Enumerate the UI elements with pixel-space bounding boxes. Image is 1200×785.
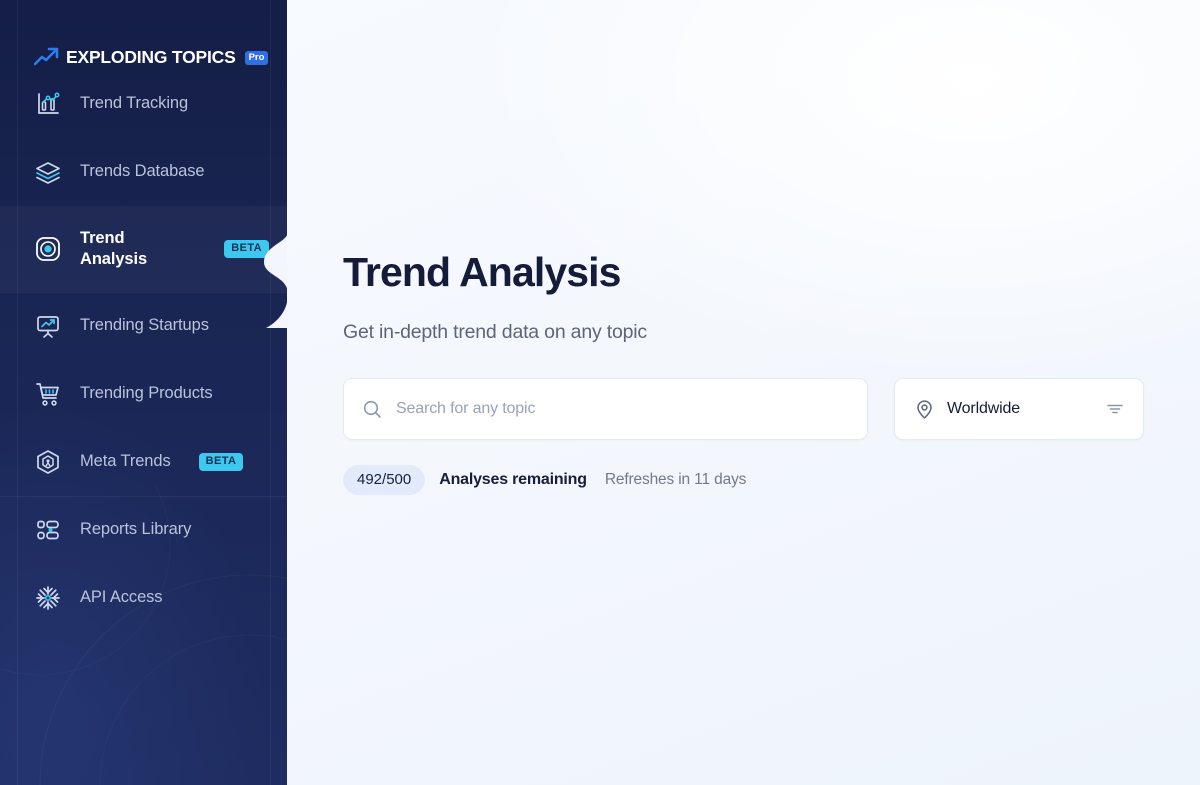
brand-name: EXPLODING TOPICS — [66, 46, 236, 67]
search-icon — [363, 400, 381, 418]
presentation-chart-icon — [37, 316, 59, 338]
hexagon-icon — [37, 450, 59, 474]
trend-analysis-page: EXPLODING TOPICS Pro Trend Tracking Tren… — [0, 0, 1200, 785]
layers-stack-icon — [36, 162, 60, 184]
sidebar-item-trending-startups[interactable]: Trending Startups — [0, 292, 287, 360]
sidebar-item-trend-analysis[interactable]: Trend Analysis BETA — [0, 206, 287, 292]
sidebar-item-api-access[interactable]: API Access — [0, 564, 287, 632]
sidebar-item-trend-tracking[interactable]: Trend Tracking — [0, 70, 287, 138]
sidebar-content: EXPLODING TOPICS Pro Trend Tracking Tren… — [0, 0, 287, 632]
sidebar-item-label: Reports Library — [80, 520, 192, 539]
sidebar-item-meta-trends[interactable]: Meta Trends BETA — [0, 428, 287, 496]
plan-badge: Pro — [244, 50, 269, 66]
quota-count-badge: 492/500 — [343, 465, 426, 496]
beta-badge: BETA — [198, 453, 244, 471]
search-controls: Worldwide — [343, 378, 1144, 441]
sidebar-item-label: Trending Products — [80, 384, 213, 403]
region-value: Worldwide — [947, 400, 1021, 418]
nav-group-primary: Trend Tracking Trends Database Trend Ana… — [0, 70, 287, 292]
api-starburst-icon — [36, 586, 60, 610]
sidebar-item-label: Trends Database — [80, 162, 205, 181]
filter-icon[interactable] — [1105, 399, 1125, 419]
sidebar: EXPLODING TOPICS Pro Trend Tracking Tren… — [0, 0, 287, 785]
sidebar-item-trends-database[interactable]: Trends Database — [0, 138, 287, 206]
quota-label: Analyses remaining — [439, 471, 587, 489]
quota-refresh-text: Refreshes in 11 days — [604, 471, 747, 489]
sidebar-item-label: Trend Analysis — [80, 228, 148, 268]
trending-up-arrow-icon — [34, 47, 59, 66]
reports-layout-icon — [37, 520, 59, 540]
sidebar-item-trending-products[interactable]: Trending Products — [0, 360, 287, 428]
target-bullseye-icon — [36, 237, 60, 261]
search-input[interactable] — [396, 400, 849, 419]
main-content: Trend Analysis Get in-depth trend data o… — [287, 0, 1200, 785]
sidebar-item-label: API Access — [80, 588, 163, 607]
sidebar-item-label: Trend Tracking — [80, 94, 189, 113]
shopping-cart-icon — [36, 383, 59, 406]
region-selector[interactable]: Worldwide — [894, 378, 1144, 441]
search-field[interactable] — [343, 378, 868, 441]
sidebar-item-label: Meta Trends — [80, 452, 171, 471]
location-pin-icon — [917, 399, 932, 419]
nav-group-discovery: Trending Startups Trending Products Meta… — [0, 292, 287, 496]
line-chart-icon — [38, 92, 60, 114]
page-subtitle: Get in-depth trend data on any topic — [343, 321, 647, 344]
sidebar-item-label: Trending Startups — [80, 316, 209, 335]
nav-group-resources: Reports Library API Access — [0, 496, 287, 632]
beta-badge: BETA — [224, 240, 269, 258]
quota-row: 492/500 Analyses remaining Refreshes in … — [343, 465, 1144, 496]
brand-logo[interactable]: EXPLODING TOPICS Pro — [0, 0, 287, 70]
sidebar-item-reports-library[interactable]: Reports Library — [0, 496, 287, 564]
page-title: Trend Analysis — [343, 249, 621, 295]
